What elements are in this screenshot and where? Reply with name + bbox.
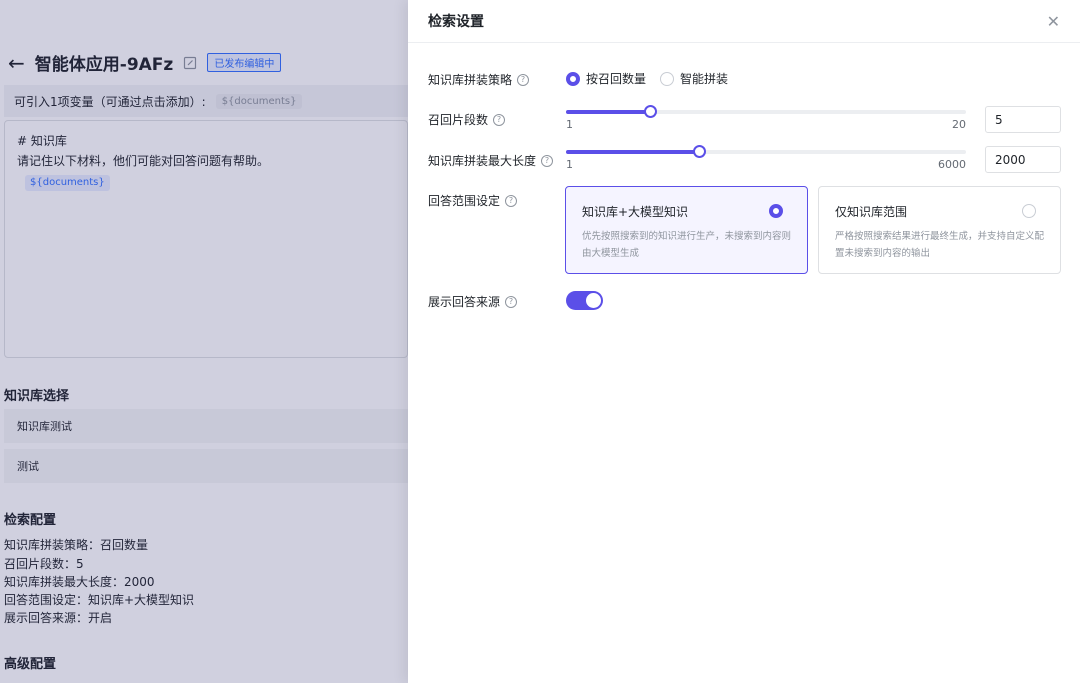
drawer-title: 检索设置 [428,14,484,30]
scope-card-kb-plus-llm[interactable]: 知识库+大模型知识 优先按照搜索到的知识进行生产，未搜索到内容则由大模型生成 [565,186,808,274]
help-icon[interactable]: ? [493,113,506,126]
scope-card-kb-only[interactable]: 仅知识库范围 严格按照搜索结果进行最终生成，并支持自定义配置未搜索到内容的输出 [818,186,1061,274]
recall-segments-slider[interactable]: 1 20 [566,105,966,135]
max-length-input[interactable] [985,146,1061,173]
slider-max-label: 6000 [938,158,966,171]
answer-scope-label-text: 回答范围设定 [428,194,501,208]
drawer-header: 检索设置 ✕ [408,0,1080,43]
assembly-strategy-label: 知识库拼装策略 ? [428,71,530,88]
slider-fill [566,150,700,154]
card-description: 严格按照搜索结果进行最终生成，并支持自定义配置未搜索到内容的输出 [835,231,1045,259]
radio-label: 按召回数量 [586,72,647,86]
radio-checked-icon [769,204,783,218]
recall-segments-input[interactable] [985,106,1061,133]
assembly-strategy-label-text: 知识库拼装策略 [428,73,513,87]
close-icon[interactable]: ✕ [1047,12,1060,31]
show-source-label: 展示回答来源 ? [428,293,518,310]
recall-segments-label-text: 召回片段数 [428,113,489,127]
assembly-strategy-radio-group: 按召回数量 智能拼装 [566,70,728,87]
card-title: 知识库+大模型知识 [582,205,689,219]
help-icon[interactable]: ? [517,73,530,86]
radio-label: 智能拼装 [680,72,729,86]
help-icon[interactable]: ? [541,154,554,167]
card-description: 优先按照搜索到的知识进行生产，未搜索到内容则由大模型生成 [582,231,792,259]
modal-mask[interactable] [0,0,408,683]
slider-fill [566,110,651,114]
help-icon[interactable]: ? [505,194,518,207]
slider-thumb[interactable] [693,145,707,158]
max-length-slider[interactable]: 1 6000 [566,145,966,175]
max-length-label: 知识库拼装最大长度 ? [428,152,554,169]
max-length-label-text: 知识库拼装最大长度 [428,154,537,168]
slider-thumb[interactable] [644,105,658,118]
slider-max-label: 20 [952,118,966,131]
slider-min-label: 1 [566,158,573,171]
radio-smart-assembly[interactable]: 智能拼装 [660,70,728,87]
radio-unchecked-icon [660,71,675,86]
card-title: 仅知识库范围 [835,205,908,219]
answer-scope-label: 回答范围设定 ? [428,192,518,209]
radio-checked-icon [566,71,580,86]
show-source-toggle[interactable] [566,291,603,310]
toggle-knob [586,293,601,308]
help-icon[interactable]: ? [505,295,518,308]
radio-by-recall-count[interactable]: 按召回数量 [566,70,646,87]
slider-min-label: 1 [566,118,573,131]
recall-segments-label: 召回片段数 ? [428,111,506,128]
radio-unchecked-icon [1022,204,1036,218]
retrieval-settings-drawer: 检索设置 ✕ 知识库拼装策略 ? 按召回数量 智能拼装 召回片段数 ? 1 20… [408,0,1080,683]
show-source-label-text: 展示回答来源 [428,295,501,309]
